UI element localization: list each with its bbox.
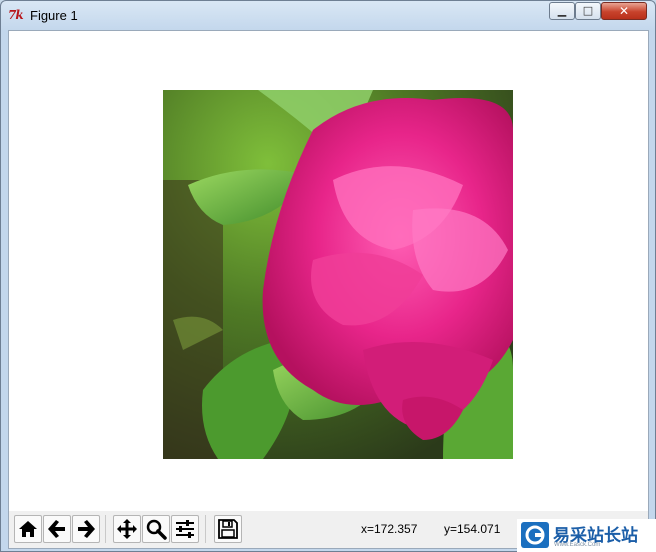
watermark-subtext: Www.Easck.Com — [554, 542, 601, 548]
forward-button[interactable] — [72, 515, 100, 543]
maximize-button[interactable]: □ — [575, 2, 601, 20]
figure-window: 7k Figure 1 ▁ □ ✕ x=172.357 y=154.071 — [0, 0, 656, 552]
configure-subplots-button[interactable] — [171, 515, 199, 543]
magnifier-icon — [146, 519, 167, 540]
close-icon: ✕ — [618, 4, 630, 18]
window-title: Figure 1 — [30, 8, 78, 23]
minimize-button[interactable]: ▁ — [549, 2, 575, 20]
y-coordinate-readout: y=154.071 — [444, 522, 501, 536]
maximize-icon: □ — [582, 4, 594, 17]
peony-image-drawing — [163, 90, 513, 459]
title-bar[interactable]: 7k Figure 1 ▁ □ ✕ — [1, 1, 655, 29]
home-button[interactable] — [14, 515, 42, 543]
tk-feather-icon: 7k — [8, 8, 24, 22]
toolbar-separator — [105, 515, 106, 543]
figure-canvas[interactable]: x=172.357 y=154.071 — [8, 30, 649, 549]
sliders-icon — [176, 520, 194, 538]
peony-image — [163, 90, 513, 459]
minimize-icon: ▁ — [557, 4, 567, 17]
back-button[interactable] — [43, 515, 71, 543]
x-coordinate-readout: x=172.357 — [361, 522, 418, 536]
watermark-logo-icon — [521, 522, 549, 548]
toolbar-separator — [205, 515, 206, 543]
arrow-left-icon — [48, 520, 65, 538]
home-icon — [19, 521, 37, 537]
save-button[interactable] — [214, 515, 242, 543]
floppy-disk-icon — [218, 519, 238, 539]
arrow-right-icon — [78, 520, 95, 538]
move-icon — [117, 519, 137, 539]
zoom-button[interactable] — [142, 515, 170, 543]
close-button[interactable]: ✕ — [601, 2, 647, 20]
pan-button[interactable] — [113, 515, 141, 543]
site-watermark: 易采站长站 Www.Easck.Com — [517, 519, 656, 552]
